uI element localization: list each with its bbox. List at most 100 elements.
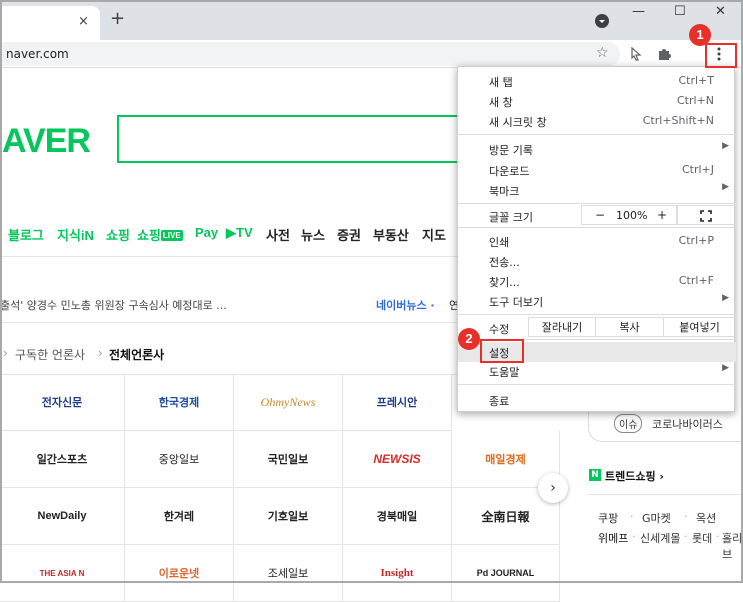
shop-link-wemakeprice[interactable]: 위메프 — [598, 530, 628, 546]
profile-dropdown-icon[interactable] — [595, 14, 609, 28]
shopping-label: 쇼핑 — [137, 228, 161, 243]
all-press-tab[interactable]: 전체언론사 — [109, 346, 164, 363]
menu-label: 도구 더보기 — [489, 296, 544, 309]
issue-tag: 이슈 — [614, 414, 643, 433]
press-cell[interactable]: OhmyNews — [234, 374, 343, 431]
shop-link-auction[interactable]: 옥션 — [696, 510, 716, 526]
fullscreen-button[interactable] — [677, 205, 736, 225]
trend-shopping-link[interactable]: 트렌드쇼핑 › — [605, 468, 664, 484]
press-cell[interactable]: 한국경제 — [125, 374, 234, 431]
menu-shortcut: Ctrl+P — [678, 234, 714, 247]
shop-link-coupang[interactable]: 쿠팡 — [598, 510, 618, 526]
shop-separator: · — [632, 530, 636, 543]
browser-tab[interactable]: × — [0, 6, 100, 40]
settings-highlight — [480, 339, 524, 363]
press-cell[interactable]: 국민일보 — [234, 431, 343, 488]
press-cell[interactable]: 조세일보 — [234, 545, 343, 602]
tab-strip: × + — ☐ ✕ — [0, 0, 743, 40]
shop-separator: · — [630, 510, 634, 523]
menu-label: 방문 기록 — [489, 144, 533, 157]
service-blog[interactable]: 블로그 — [8, 225, 44, 244]
paste-button[interactable]: 붙여넣기 — [663, 317, 736, 337]
subscribed-press-tab[interactable]: 구독한 언론사 — [15, 346, 85, 363]
close-window-button[interactable]: ✕ — [715, 4, 726, 19]
submenu-arrow-icon: ▶ — [722, 363, 729, 373]
service-stock[interactable]: 증권 — [337, 225, 361, 244]
service-map[interactable]: 지도 — [422, 225, 446, 244]
menu-item-new-tab[interactable]: 새 탭 Ctrl+T — [458, 71, 736, 91]
headline-link[interactable]: 출석' 양경수 민노총 위원장 구속심사 예정대로 ... — [0, 297, 227, 313]
menu-item-find[interactable]: 찾기... Ctrl+F — [458, 271, 736, 291]
address-bar[interactable]: naver.com ☆ — [0, 42, 620, 66]
naver-logo[interactable]: AVER — [2, 122, 91, 161]
bookmark-star-icon[interactable]: ☆ — [596, 45, 609, 61]
search-input[interactable] — [117, 115, 462, 163]
menu-item-cast[interactable]: 전송... — [458, 251, 736, 271]
press-cell[interactable]: 전자신문 — [0, 374, 125, 431]
menu-item-incognito[interactable]: 새 시크릿 창 Ctrl+Shift+N — [458, 111, 736, 131]
menu-shortcut: Ctrl+N — [676, 94, 714, 107]
service-shopping[interactable]: 쇼핑 — [106, 225, 130, 244]
next-press-button[interactable]: › — [538, 473, 568, 503]
service-tv[interactable]: ▶TV — [226, 225, 253, 241]
service-pay[interactable]: Pay — [195, 225, 218, 240]
browser-toolbar: naver.com ☆ — [0, 40, 743, 68]
press-cell[interactable]: 기호일보 — [234, 488, 343, 545]
zoom-out-button[interactable]: − — [595, 208, 605, 222]
fullscreen-icon — [700, 210, 712, 222]
minimize-button[interactable]: — — [632, 4, 645, 19]
menu-item-more-tools[interactable]: 도구 더보기 ▶ — [458, 291, 736, 311]
menu-item-print[interactable]: 인쇄 Ctrl+P — [458, 231, 736, 251]
press-cell[interactable]: 이로운넷 — [125, 545, 234, 602]
menu-separator — [458, 227, 736, 228]
new-tab-button[interactable]: + — [110, 8, 125, 30]
menu-item-downloads[interactable]: 다운로드 Ctrl+J — [458, 160, 736, 180]
shop-link-lotte[interactable]: 롯데 — [692, 530, 712, 546]
menu-item-history[interactable]: 방문 기록 ▶ — [458, 139, 736, 159]
menu-label: 북마크 — [489, 185, 520, 198]
menu-separator — [458, 134, 736, 135]
menu-item-new-window[interactable]: 새 창 Ctrl+N — [458, 91, 736, 111]
maximize-button[interactable]: ☐ — [674, 4, 686, 19]
press-cell[interactable]: Pd JOURNAL — [452, 545, 560, 602]
menu-label: 새 창 — [489, 96, 513, 109]
menu-item-exit[interactable]: 종료 — [458, 390, 736, 410]
copy-button[interactable]: 복사 — [595, 317, 664, 337]
press-cell[interactable]: 프레시안 — [343, 374, 452, 431]
service-news[interactable]: 뉴스 — [301, 225, 325, 244]
extensions-puzzle-icon[interactable] — [657, 46, 671, 60]
press-cell[interactable]: 중앙일보 — [125, 431, 234, 488]
zoom-in-button[interactable]: + — [657, 208, 667, 222]
menu-label: 도움말 — [489, 366, 520, 379]
menu-item-help[interactable]: 도움말 ▶ — [458, 361, 736, 381]
step-badge-2: 2 — [458, 328, 480, 350]
menu-item-bookmarks[interactable]: 북마크 ▶ — [458, 180, 736, 200]
shop-link-shinsegae[interactable]: 신세계몰 — [640, 530, 680, 546]
extension-cursor-icon[interactable] — [630, 47, 642, 61]
close-tab-icon[interactable]: × — [78, 14, 89, 29]
service-shopping-live[interactable]: 쇼핑 LIVE — [137, 225, 183, 244]
cut-button[interactable]: 잘라내기 — [528, 317, 596, 337]
press-cell[interactable]: 경북매일 — [343, 488, 452, 545]
shop-link-gmarket[interactable]: G마켓 — [642, 510, 671, 526]
step-badge-1: 1 — [689, 24, 711, 46]
zoom-value: 100% — [616, 209, 648, 222]
menu-shortcut: Ctrl+J — [681, 163, 714, 176]
shop-link-holly[interactable]: 홀리브 — [722, 530, 743, 562]
press-cell[interactable]: THE ASIA N — [0, 545, 125, 602]
menu-label: 다운로드 — [489, 165, 530, 178]
press-cell[interactable]: Insight — [343, 545, 452, 602]
menu-button-highlight — [705, 43, 737, 68]
service-dictionary[interactable]: 사전 — [266, 225, 290, 244]
edit-label: 수정 — [489, 323, 510, 336]
press-cell[interactable]: NewDaily — [0, 488, 125, 545]
press-cell[interactable]: 한겨레 — [125, 488, 234, 545]
menu-label: 종료 — [489, 395, 510, 408]
service-kin[interactable]: 지식iN — [57, 225, 94, 244]
issue-link[interactable]: 코로나바이러스 — [652, 416, 723, 432]
naver-news-link[interactable]: 네이버뉴스 · — [376, 297, 435, 313]
menu-label: 전송... — [489, 256, 520, 269]
press-cell[interactable]: NEWSIS — [343, 431, 452, 488]
press-cell[interactable]: 일간스포츠 — [0, 431, 125, 488]
service-realestate[interactable]: 부동산 — [373, 225, 409, 244]
